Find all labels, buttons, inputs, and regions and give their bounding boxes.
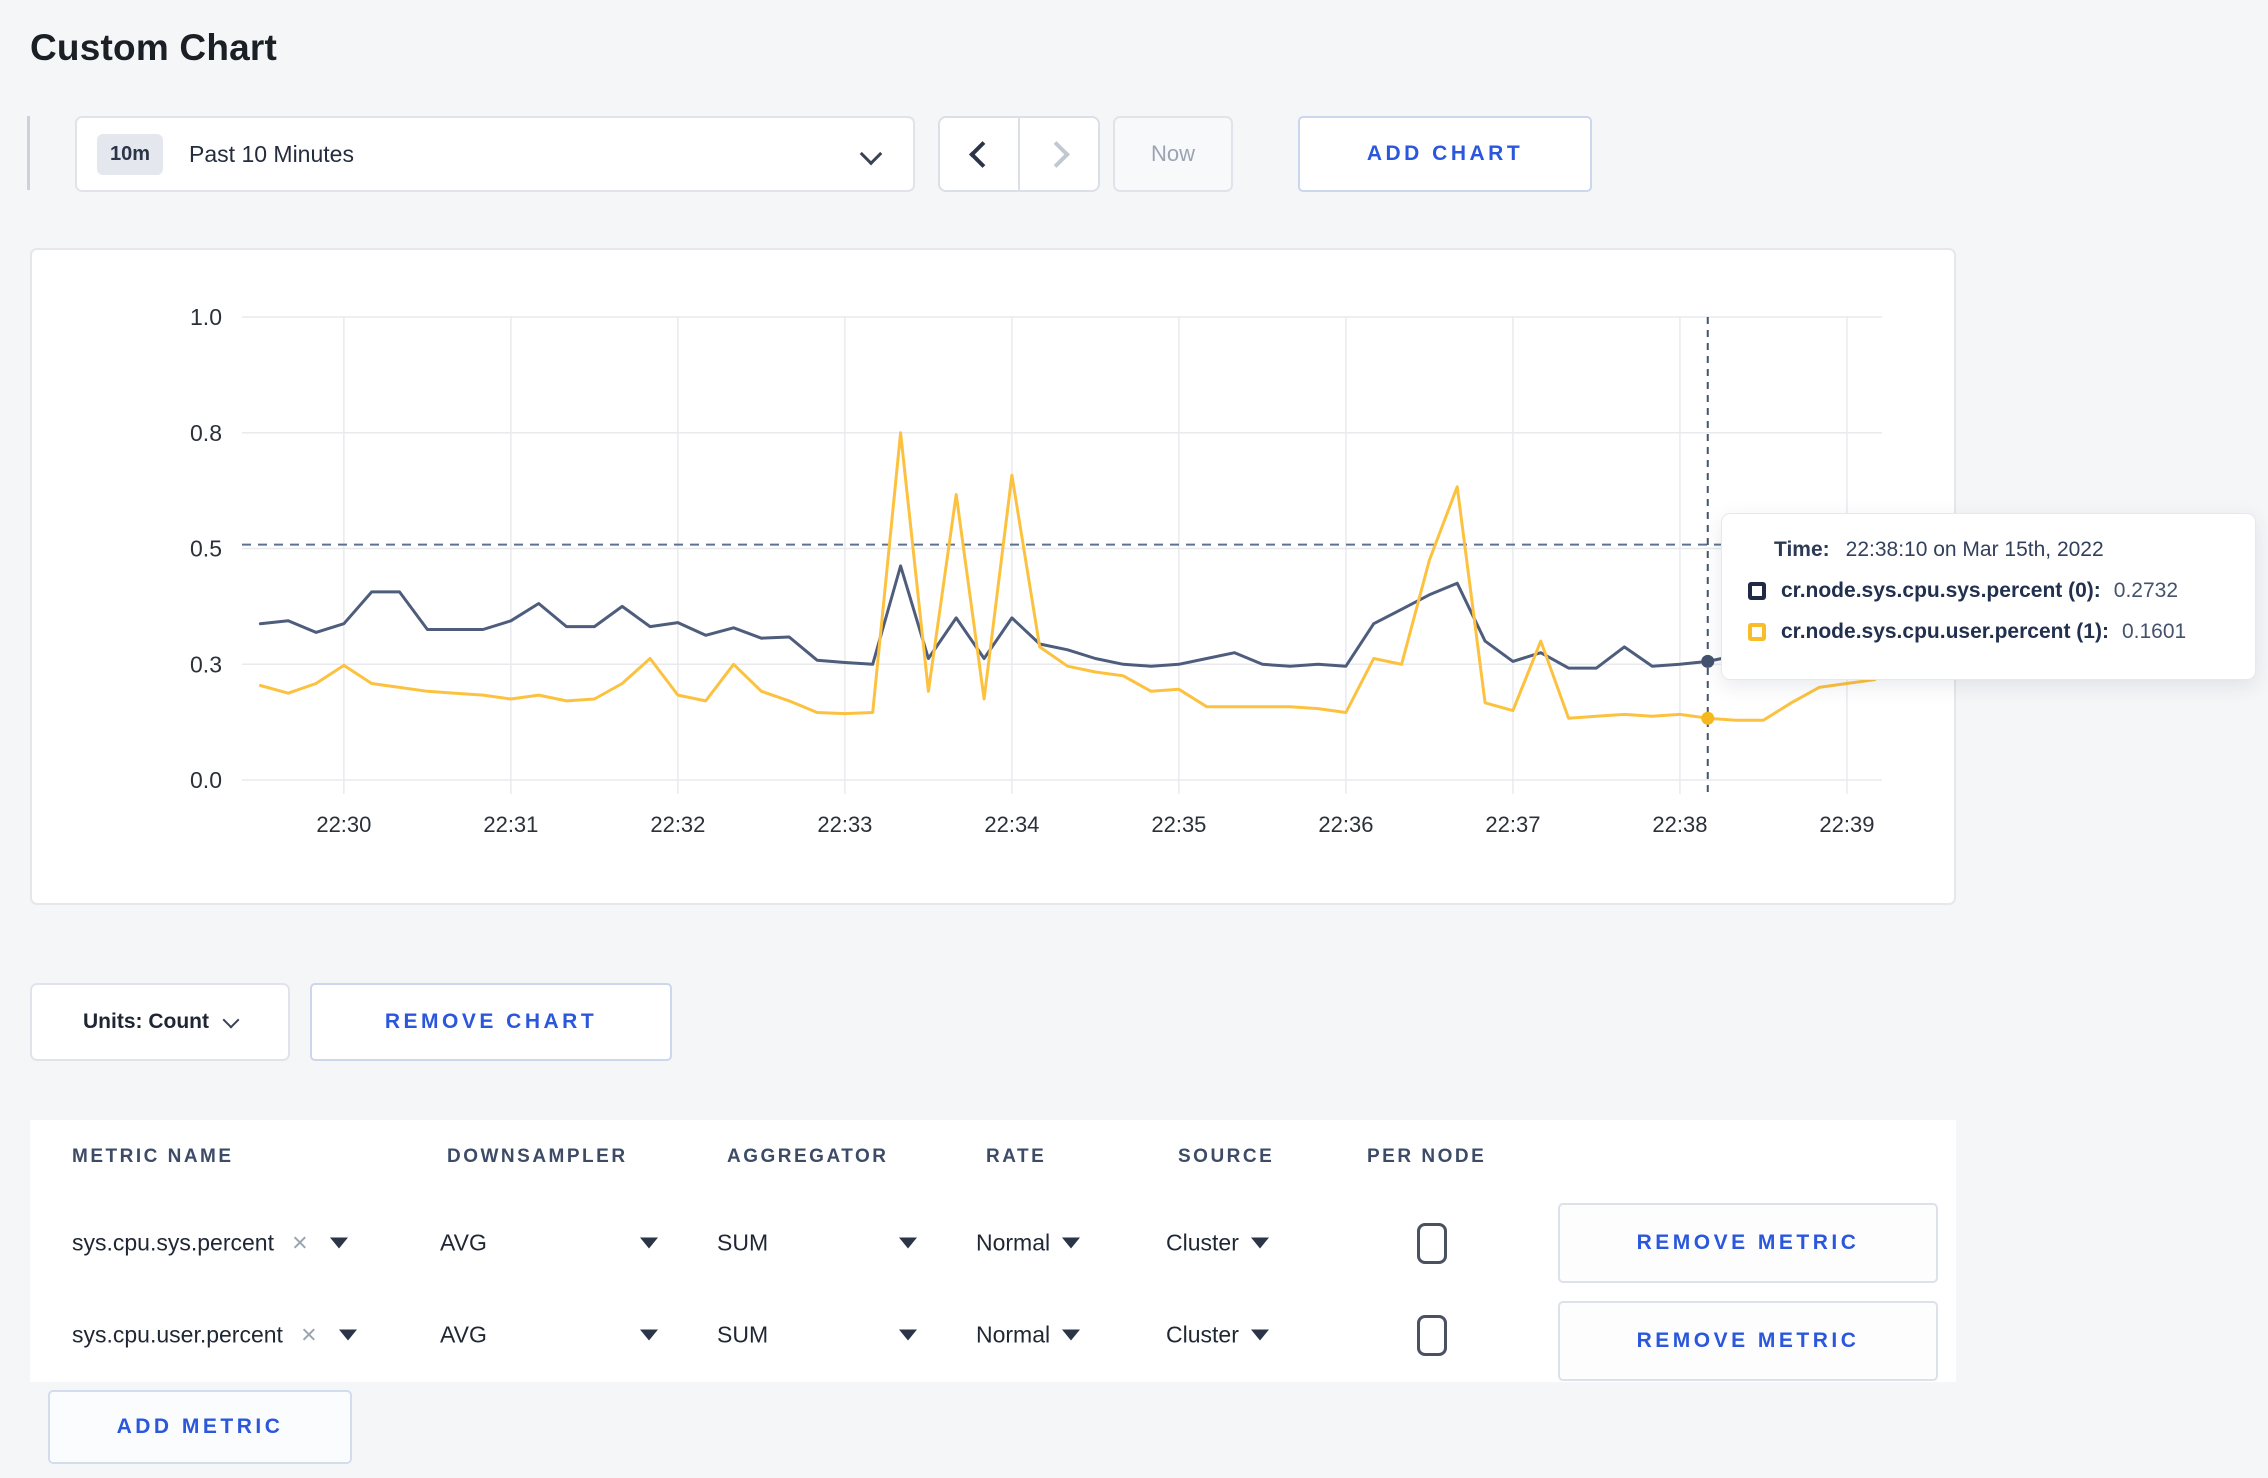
add-metric-button[interactable]: ADD METRIC: [48, 1390, 352, 1464]
col-header-aggregator: AGGREGATOR: [727, 1146, 889, 1167]
user-series-swatch-icon: [1748, 623, 1766, 641]
left-divider: [27, 116, 30, 190]
rate-value: Normal: [976, 1321, 1051, 1348]
table-row: sys.cpu.sys.percent × AVG SUM Normal Clu…: [30, 1195, 1956, 1291]
units-label: Units: Count: [83, 1010, 209, 1033]
caret-down-icon: [1062, 1329, 1081, 1341]
source-value: Cluster: [1166, 1229, 1239, 1256]
svg-text:22:31: 22:31: [483, 812, 538, 837]
remove-metric-button[interactable]: REMOVE METRIC: [1558, 1301, 1938, 1381]
rate-dropdown[interactable]: Normal: [976, 1229, 1081, 1257]
svg-text:22:34: 22:34: [984, 812, 1039, 837]
tooltip-time-value: 22:38:10 on Mar 15th, 2022: [1845, 538, 2104, 561]
remove-metric-button[interactable]: REMOVE METRIC: [1558, 1203, 1938, 1283]
svg-text:22:30: 22:30: [316, 812, 371, 837]
downsampler-dropdown[interactable]: AVG: [440, 1322, 658, 1349]
aggregator-dropdown[interactable]: SUM: [717, 1322, 917, 1349]
add-chart-button[interactable]: ADD CHART: [1298, 116, 1592, 192]
time-range-label: Past 10 Minutes: [189, 140, 354, 167]
time-range-badge: 10m: [97, 133, 164, 175]
tooltip-series-row: cr.node.sys.cpu.sys.percent (0): 0.2732: [1748, 579, 2231, 603]
rate-value: Normal: [976, 1229, 1051, 1256]
svg-text:1.0: 1.0: [190, 304, 222, 330]
tooltip-series-value: 0.1601: [2121, 620, 2187, 643]
tooltip-series-row: cr.node.sys.cpu.user.percent (1): 0.1601: [1748, 620, 2231, 644]
caret-down-icon: [640, 1237, 658, 1249]
metric-name-dropdown[interactable]: sys.cpu.user.percent ×: [72, 1321, 357, 1349]
rate-dropdown[interactable]: Normal: [976, 1321, 1081, 1349]
aggregator-dropdown[interactable]: SUM: [717, 1230, 917, 1257]
clear-metric-icon[interactable]: ×: [292, 1229, 308, 1257]
downsampler-value: AVG: [440, 1229, 487, 1256]
chevron-left-icon: [968, 140, 996, 168]
svg-text:0.0: 0.0: [190, 767, 222, 793]
svg-text:22:33: 22:33: [817, 812, 872, 837]
metric-name: sys.cpu.sys.percent: [72, 1229, 274, 1256]
per-node-checkbox[interactable]: [1417, 1315, 1447, 1356]
chevron-right-icon: [1042, 140, 1070, 168]
svg-text:22:32: 22:32: [650, 812, 705, 837]
caret-down-icon: [899, 1237, 917, 1249]
time-nav-group: [938, 116, 1100, 192]
svg-text:22:38: 22:38: [1652, 812, 1707, 837]
caret-down-icon: [329, 1237, 348, 1249]
chevron-down-icon: [222, 1011, 240, 1029]
chevron-down-icon: [859, 142, 883, 166]
tooltip-time-label: Time:: [1774, 538, 1830, 561]
svg-text:22:37: 22:37: [1485, 812, 1540, 837]
caret-down-icon: [1062, 1237, 1081, 1249]
clear-metric-icon[interactable]: ×: [301, 1321, 317, 1349]
svg-text:0.3: 0.3: [190, 651, 222, 677]
col-header-source: SOURCE: [1178, 1146, 1275, 1167]
time-range-dropdown[interactable]: 10m Past 10 Minutes: [75, 116, 915, 192]
chart-tooltip: Time: 22:38:10 on Mar 15th, 2022 cr.node.…: [1721, 513, 2256, 680]
metrics-table: METRIC NAME DOWNSAMPLER AGGREGATOR RATE …: [30, 1120, 1956, 1382]
next-time-button[interactable]: [1020, 118, 1098, 190]
now-button[interactable]: Now: [1113, 116, 1233, 192]
tooltip-series-name: cr.node.sys.cpu.sys.percent (0):: [1781, 579, 2101, 602]
caret-down-icon: [1250, 1237, 1269, 1249]
caret-down-icon: [1250, 1329, 1269, 1341]
metric-name: sys.cpu.user.percent: [72, 1321, 283, 1348]
downsampler-dropdown[interactable]: AVG: [440, 1230, 658, 1257]
caret-down-icon: [640, 1329, 658, 1341]
source-dropdown[interactable]: Cluster: [1166, 1230, 1269, 1257]
caret-down-icon: [338, 1329, 357, 1341]
col-header-per-node: PER NODE: [1367, 1146, 1487, 1167]
page-title: Custom Chart: [30, 26, 278, 68]
col-header-metric-name: METRIC NAME: [72, 1146, 234, 1167]
units-dropdown[interactable]: Units: Count: [30, 983, 290, 1061]
tooltip-series-value: 0.2732: [2113, 579, 2179, 602]
custom-chart-page: Custom Chart 10m Past 10 Minutes Now ADD…: [0, 0, 2268, 1478]
source-value: Cluster: [1166, 1321, 1239, 1348]
svg-text:22:39: 22:39: [1819, 812, 1874, 837]
table-row: sys.cpu.user.percent × AVG SUM Normal Cl…: [30, 1287, 1956, 1383]
svg-text:0.5: 0.5: [190, 536, 222, 562]
tooltip-time-row: Time: 22:38:10 on Mar 15th, 2022: [1774, 538, 2231, 562]
col-header-downsampler: DOWNSAMPLER: [447, 1146, 628, 1167]
downsampler-value: AVG: [440, 1321, 487, 1348]
per-node-checkbox[interactable]: [1417, 1223, 1447, 1264]
aggregator-value: SUM: [717, 1321, 769, 1348]
remove-chart-button[interactable]: REMOVE CHART: [310, 983, 672, 1061]
svg-text:22:36: 22:36: [1318, 812, 1373, 837]
source-dropdown[interactable]: Cluster: [1166, 1322, 1269, 1349]
chart-card: 1.0 0.8 0.5 0.3 0.0 22:30 22:31 22:32 22:33 22:34…: [30, 248, 1956, 905]
aggregator-value: SUM: [717, 1229, 769, 1256]
prev-time-button[interactable]: [940, 118, 1020, 190]
col-header-rate: RATE: [986, 1146, 1047, 1167]
metric-name-dropdown[interactable]: sys.cpu.sys.percent ×: [72, 1229, 348, 1257]
svg-text:22:35: 22:35: [1151, 812, 1206, 837]
caret-down-icon: [899, 1329, 917, 1341]
tooltip-series-name: cr.node.sys.cpu.user.percent (1):: [1781, 620, 2109, 643]
sys-series-swatch-icon: [1748, 582, 1766, 600]
svg-text:0.8: 0.8: [190, 420, 222, 446]
timeseries-chart[interactable]: 1.0 0.8 0.5 0.3 0.0 22:30 22:31 22:32 22:33 22:34…: [32, 250, 1954, 903]
